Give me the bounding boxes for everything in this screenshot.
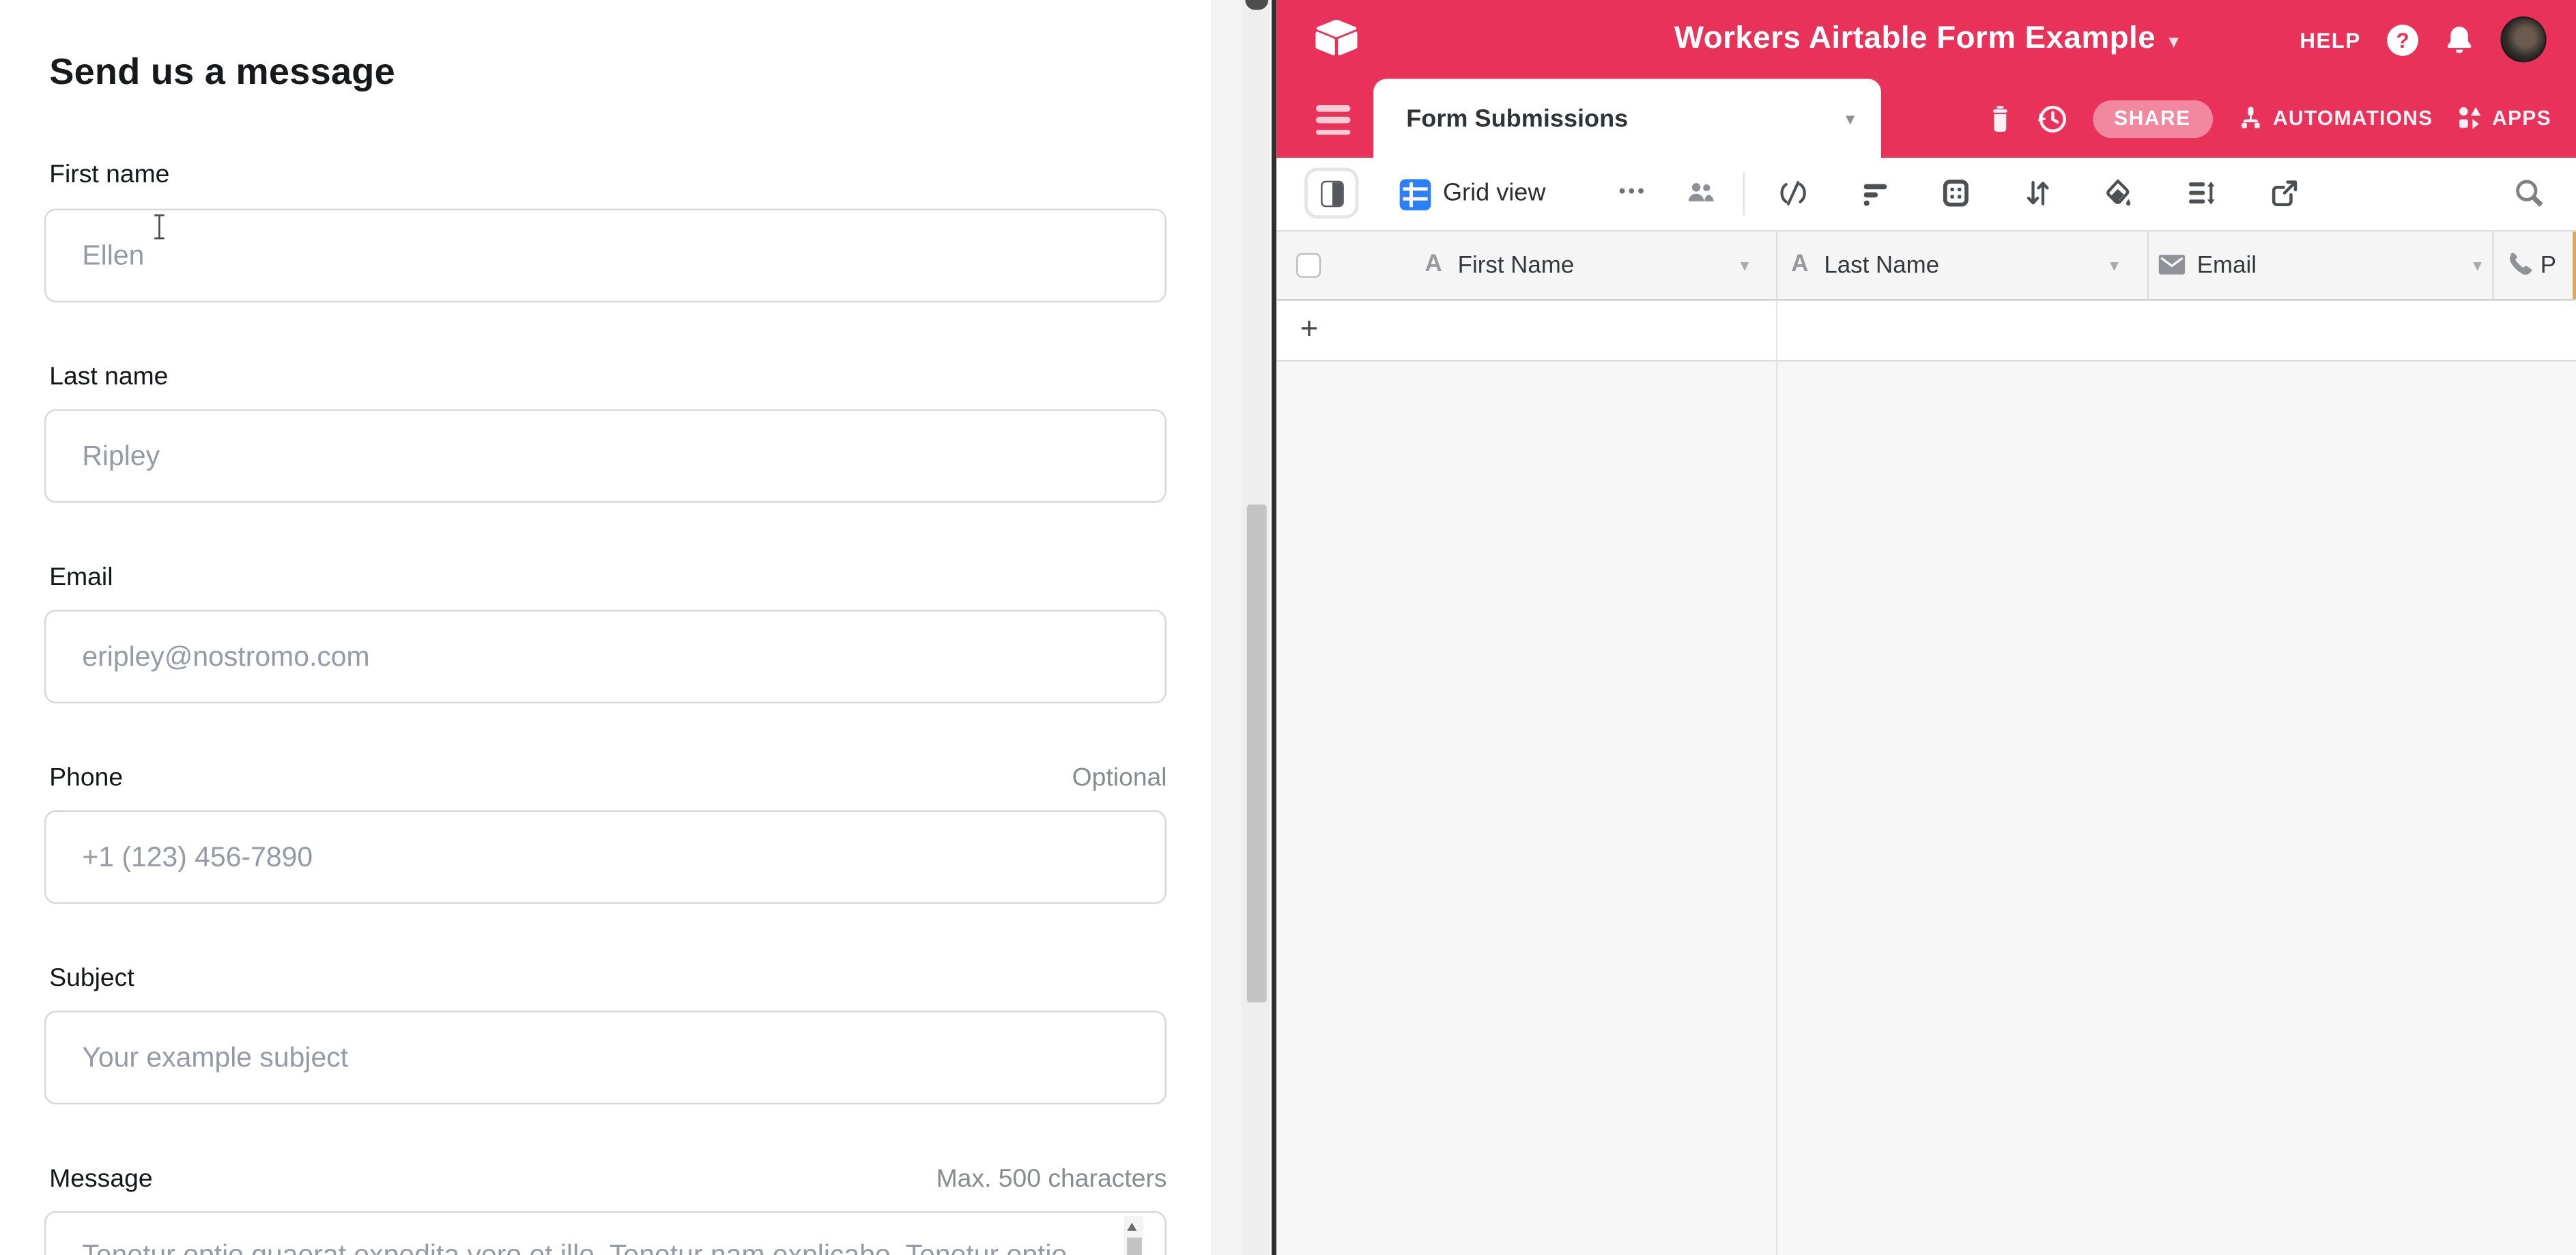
- sidebar-toggle-icon: [1321, 180, 1344, 207]
- column-header-first-name[interactable]: First Name: [1458, 252, 1575, 279]
- apps-button[interactable]: APPS: [2458, 105, 2551, 132]
- email-label: Email: [49, 564, 113, 593]
- last-name-input[interactable]: [44, 409, 1167, 503]
- first-name-label: First name: [49, 161, 169, 191]
- column-header-last-name[interactable]: Last Name: [1824, 252, 1939, 279]
- filter-icon[interactable]: [1861, 179, 1889, 207]
- airtable-top-bar: Workers Airtable Form Example ▾ HELP ?: [1277, 0, 2576, 79]
- tables-menu-icon[interactable]: [1317, 105, 1351, 141]
- view-toolbar: Grid view •••: [1277, 158, 2576, 230]
- last-name-label: Last name: [49, 363, 168, 393]
- email-input[interactable]: [44, 610, 1167, 703]
- screen: Send us a message First name Last name E…: [0, 0, 2576, 1255]
- automations-button[interactable]: AUTOMATIONS: [2237, 104, 2433, 132]
- group-icon[interactable]: [1943, 179, 1971, 207]
- automations-label: AUTOMATIONS: [2273, 107, 2433, 130]
- message-max-note: Max. 500 characters: [936, 1165, 1167, 1194]
- airtable-window: Workers Airtable Form Example ▾ HELP ? F…: [1277, 0, 2576, 1255]
- window-scrollbar-thumb[interactable]: [1246, 505, 1267, 1002]
- help-question-icon[interactable]: ?: [2387, 24, 2418, 55]
- text-cursor-icon: [151, 214, 167, 240]
- primary-column-separator: [1777, 362, 1778, 1255]
- trash-icon[interactable]: [1988, 104, 2012, 133]
- scroll-up-arrow-icon[interactable]: [1128, 1223, 1137, 1231]
- phone-optional-note: Optional: [1072, 764, 1167, 793]
- grid-body: [1277, 362, 2576, 1255]
- view-name[interactable]: Grid view: [1443, 179, 1545, 207]
- window-divider: [1271, 0, 1277, 1255]
- hide-fields-icon[interactable]: [1779, 179, 1807, 207]
- textarea-scrollbar[interactable]: [1124, 1216, 1143, 1255]
- notifications-bell-icon[interactable]: [2444, 24, 2474, 55]
- help-button[interactable]: HELP: [2300, 27, 2360, 52]
- column-header-email[interactable]: Email: [2197, 252, 2257, 279]
- view-options-ellipsis[interactable]: •••: [1618, 179, 1646, 202]
- row-height-icon[interactable]: [2186, 179, 2216, 207]
- base-title[interactable]: Workers Airtable Form Example: [1674, 21, 2156, 57]
- phone-input[interactable]: [44, 810, 1167, 904]
- table-tab-bar: Form Submissions ▾: [1277, 79, 2576, 158]
- color-icon[interactable]: [2105, 179, 2133, 207]
- column-caret-icon[interactable]: ▾: [2110, 256, 2119, 276]
- base-title-caret-icon[interactable]: ▾: [2169, 29, 2179, 53]
- message-textarea[interactable]: [44, 1211, 1167, 1255]
- form-title: Send us a message: [49, 51, 395, 94]
- grid-view-icon[interactable]: [1400, 178, 1431, 210]
- history-icon[interactable]: [2037, 102, 2068, 134]
- collaborators-icon[interactable]: [1686, 178, 1717, 209]
- table-caret-icon[interactable]: ▾: [1846, 109, 1855, 130]
- subject-label: Subject: [49, 965, 134, 994]
- clipped-highlight: [2573, 231, 2576, 299]
- column-caret-icon[interactable]: ▾: [1741, 256, 1749, 276]
- email-icon: [2159, 255, 2186, 274]
- phone-icon: [2506, 251, 2532, 278]
- message-label: Message: [49, 1165, 152, 1194]
- scrollbar-thumb[interactable]: [1126, 1237, 1141, 1255]
- apps-label: APPS: [2492, 107, 2551, 130]
- phone-label: Phone: [49, 764, 123, 793]
- text-field-icon: A: [1791, 251, 1808, 278]
- toolbar-divider: [1743, 173, 1745, 216]
- tab-form-submissions[interactable]: Form Submissions ▾: [1373, 79, 1881, 158]
- column-header-phone[interactable]: P: [2541, 252, 2556, 279]
- view-sidebar-toggle-button[interactable]: [1305, 168, 1359, 219]
- search-icon[interactable]: [2514, 178, 2545, 209]
- first-name-input[interactable]: [44, 209, 1167, 302]
- add-row-plus-icon[interactable]: +: [1300, 312, 1319, 348]
- grid-header-row: A First Name ▾ A Last Name ▾ Email ▾ P: [1277, 230, 2576, 300]
- sort-icon[interactable]: [2024, 179, 2052, 207]
- column-caret-icon[interactable]: ▾: [2473, 256, 2482, 276]
- add-row[interactable]: +: [1277, 300, 2576, 361]
- user-avatar[interactable]: [2500, 16, 2546, 62]
- share-button[interactable]: SHARE: [2093, 100, 2212, 137]
- subject-input[interactable]: [44, 1011, 1167, 1104]
- contact-form-panel: Send us a message First name Last name E…: [0, 0, 1212, 1255]
- text-field-icon: A: [1425, 251, 1442, 278]
- select-all-checkbox[interactable]: [1297, 253, 1321, 277]
- page-gutter: [1212, 0, 1243, 1255]
- share-view-icon[interactable]: [2271, 179, 2299, 207]
- active-table-name: Form Submissions: [1406, 79, 1628, 158]
